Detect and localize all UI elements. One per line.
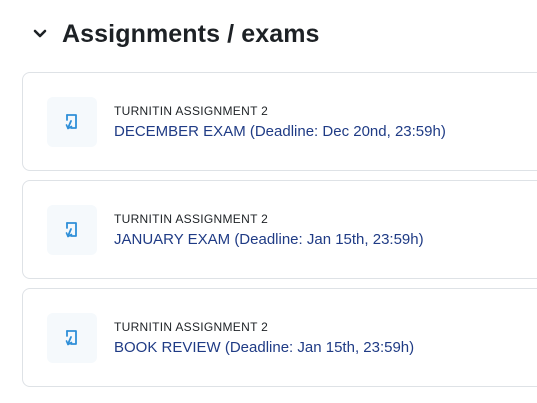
turnitin-icon[interactable]: [47, 97, 97, 147]
activity-card: TURNITIN ASSIGNMENT 2 BOOK REVIEW (Deadl…: [22, 288, 537, 387]
section-title: Assignments / exams: [62, 19, 320, 48]
activity-link[interactable]: DECEMBER EXAM (Deadline: Dec 20nd, 23:59…: [114, 123, 446, 140]
activity-card: TURNITIN ASSIGNMENT 2 DECEMBER EXAM (Dea…: [22, 72, 537, 171]
activity-link[interactable]: BOOK REVIEW (Deadline: Jan 15th, 23:59h): [114, 339, 414, 356]
activity-type-label: TURNITIN ASSIGNMENT 2: [114, 212, 269, 226]
chevron-down-icon[interactable]: [28, 22, 52, 46]
activity-type-label: TURNITIN ASSIGNMENT 2: [114, 104, 269, 118]
turnitin-icon[interactable]: [47, 313, 97, 363]
turnitin-icon[interactable]: [47, 205, 97, 255]
activity-link[interactable]: JANUARY EXAM (Deadline: Jan 15th, 23:59h…: [114, 231, 424, 248]
activity-card: TURNITIN ASSIGNMENT 2 JANUARY EXAM (Dead…: [22, 180, 537, 279]
section-header: Assignments / exams: [28, 16, 320, 52]
activity-type-label: TURNITIN ASSIGNMENT 2: [114, 320, 269, 334]
